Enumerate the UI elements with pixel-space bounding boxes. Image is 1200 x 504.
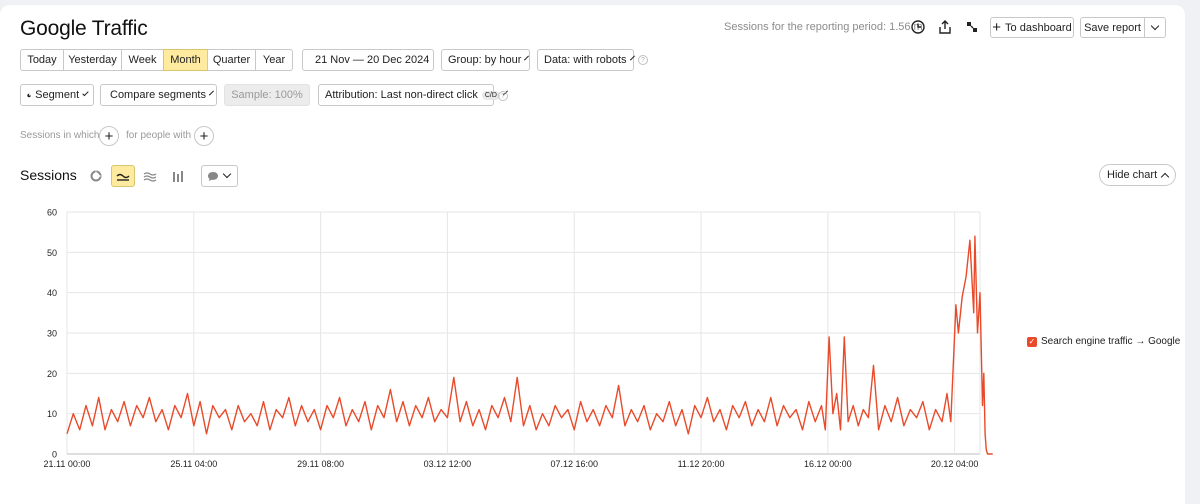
x-tick-label: 20.12 04:00 — [931, 459, 979, 469]
series-line — [66, 235, 993, 455]
x-axis-ticks: 21.11 00:00 25.11 04:00 29.11 08:00 03.12 1… — [44, 459, 979, 469]
y-tick-label: 0 — [52, 450, 57, 460]
chart-series — [66, 235, 993, 455]
x-tick-label: 07.12 16:00 — [550, 459, 598, 469]
x-tick-label: 16.12 00:00 — [804, 459, 852, 469]
y-tick-label: 30 — [47, 329, 57, 339]
x-tick-label: 11.12 20:00 — [678, 459, 725, 469]
legend-checkbox[interactable]: ✓ — [1027, 336, 1037, 347]
chart-legend[interactable]: ✓ Search engine traffic → Google — [1027, 336, 1180, 347]
x-tick-label: 03.12 12:00 — [424, 459, 472, 469]
x-tick-label: 29.11 08:00 — [297, 459, 344, 469]
legend-series-label: Search engine traffic → Google — [1041, 336, 1181, 347]
y-tick-label: 40 — [47, 288, 57, 298]
x-tick-label: 25.11 04:00 — [170, 459, 217, 469]
sessions-line-chart: 0 10 20 30 40 50 60 21.11 00:00 25.11 04:00 29.1… — [44, 208, 993, 469]
y-tick-label: 60 — [47, 208, 57, 218]
y-tick-label: 50 — [47, 248, 57, 258]
y-tick-label: 20 — [47, 369, 57, 379]
x-tick-label: 21.11 00:00 — [44, 459, 91, 469]
y-axis-ticks: 0 10 20 30 40 50 60 — [47, 208, 57, 460]
y-tick-label: 10 — [47, 409, 57, 419]
